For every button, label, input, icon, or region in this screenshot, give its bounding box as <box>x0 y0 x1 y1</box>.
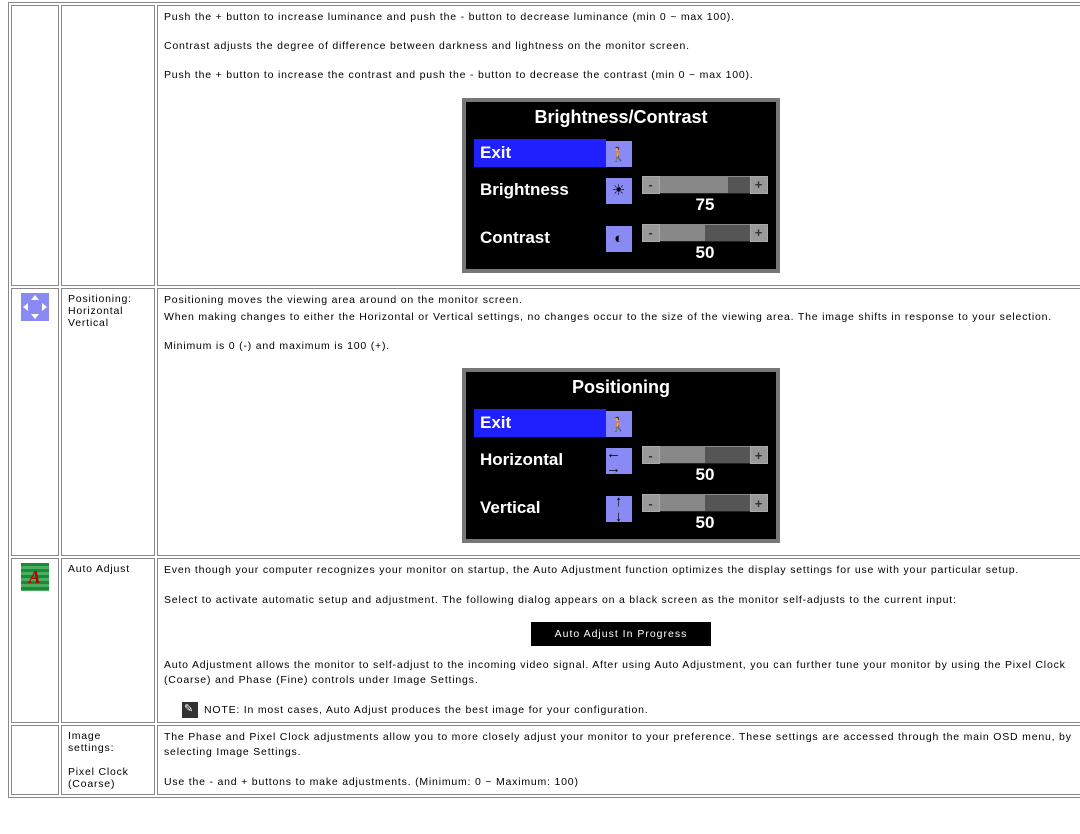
horizontal-slider[interactable]: - + <box>642 446 768 464</box>
brightness-slider[interactable]: - + <box>642 176 768 194</box>
note-icon <box>182 702 198 718</box>
contrast-icon: ◐ <box>606 226 632 252</box>
osd-exit[interactable]: Exit <box>474 139 606 167</box>
auto-adjust-icon: A <box>21 563 49 591</box>
osd-contrast-label: Contrast <box>474 224 606 252</box>
plus-button[interactable]: + <box>750 446 768 464</box>
auto-adjust-progress: Auto Adjust In Progress <box>531 622 712 646</box>
osd-brightness-label: Brightness <box>474 176 606 204</box>
positioning-icon <box>21 293 49 321</box>
exit-icon: 🚶 <box>606 141 632 167</box>
row-label: Image <box>68 730 101 742</box>
text: Use the - and + buttons to make adjustme… <box>164 775 1078 790</box>
label-cell: Positioning: Horizontal Vertical <box>61 288 155 557</box>
osd-title: Brightness/Contrast <box>466 102 776 136</box>
contrast-value: 50 <box>642 243 768 263</box>
label-cell: Image settings: Pixel Clock (Coarse) <box>61 725 155 795</box>
row-label: Positioning: <box>68 293 132 305</box>
minus-button[interactable]: - <box>642 446 660 464</box>
note-text: NOTE: In most cases, Auto Adjust produce… <box>204 704 649 716</box>
horizontal-value: 50 <box>642 465 768 485</box>
brightness-value: 75 <box>642 195 768 215</box>
row-positioning: Positioning: Horizontal Vertical Positio… <box>11 288 1080 557</box>
osd-vertical-label: Vertical <box>474 494 606 522</box>
desc-cell: Push the + button to increase luminance … <box>157 5 1080 286</box>
exit-icon: 🚶 <box>606 411 632 437</box>
osd-horizontal-label: Horizontal <box>474 446 606 474</box>
desc-cell: Positioning moves the viewing area aroun… <box>157 288 1080 557</box>
desc-cell: The Phase and Pixel Clock adjustments al… <box>157 725 1080 795</box>
plus-button[interactable]: + <box>750 176 768 194</box>
minus-button[interactable]: - <box>642 224 660 242</box>
row-label: settings: <box>68 742 114 754</box>
minus-button[interactable]: - <box>642 176 660 194</box>
text: When making changes to either the Horizo… <box>164 310 1078 325</box>
icon-cell <box>11 5 59 286</box>
icon-cell <box>11 288 59 557</box>
text: Even though your computer recognizes you… <box>164 563 1078 578</box>
icon-cell <box>11 725 59 795</box>
plus-button[interactable]: + <box>750 224 768 242</box>
brightness-icon: ☀ <box>606 178 632 204</box>
row-brightness-contrast: Push the + button to increase luminance … <box>11 5 1080 286</box>
settings-table: Push the + button to increase luminance … <box>8 2 1080 798</box>
minus-button[interactable]: - <box>642 494 660 512</box>
osd-positioning: Positioning Exit 🚶 Horizontal ← → - + <box>462 368 780 543</box>
text: Positioning moves the viewing area aroun… <box>164 293 1078 308</box>
text: Minimum is 0 (-) and maximum is 100 (+). <box>164 339 1078 354</box>
text: Push the + button to increase the contra… <box>164 68 1078 83</box>
text: Push the + button to increase luminance … <box>164 10 1078 25</box>
row-image-settings: Image settings: Pixel Clock (Coarse) The… <box>11 725 1080 795</box>
vertical-icon: ↑↓ <box>606 496 632 522</box>
text: Contrast adjusts the degree of differenc… <box>164 39 1078 54</box>
osd-exit[interactable]: Exit <box>474 409 606 437</box>
row-label: Vertical <box>68 317 109 329</box>
row-label: Auto Adjust <box>68 563 130 575</box>
label-cell <box>61 5 155 286</box>
horizontal-icon: ← → <box>606 448 632 474</box>
icon-cell: A <box>11 558 59 723</box>
plus-button[interactable]: + <box>750 494 768 512</box>
osd-brightness-contrast: Brightness/Contrast Exit 🚶 Brightness ☀ … <box>462 98 780 273</box>
row-label: Pixel Clock <box>68 766 129 778</box>
row-auto-adjust: A Auto Adjust Even though your computer … <box>11 558 1080 723</box>
text: The Phase and Pixel Clock adjustments al… <box>164 730 1078 760</box>
vertical-value: 50 <box>642 513 768 533</box>
text: Select to activate automatic setup and a… <box>164 593 1078 608</box>
label-cell: Auto Adjust <box>61 558 155 723</box>
row-label: Horizontal <box>68 305 123 317</box>
row-label: (Coarse) <box>68 778 115 790</box>
contrast-slider[interactable]: - + <box>642 224 768 242</box>
osd-title: Positioning <box>466 372 776 406</box>
desc-cell: Even though your computer recognizes you… <box>157 558 1080 723</box>
vertical-slider[interactable]: - + <box>642 494 768 512</box>
text: Auto Adjustment allows the monitor to se… <box>164 658 1078 688</box>
